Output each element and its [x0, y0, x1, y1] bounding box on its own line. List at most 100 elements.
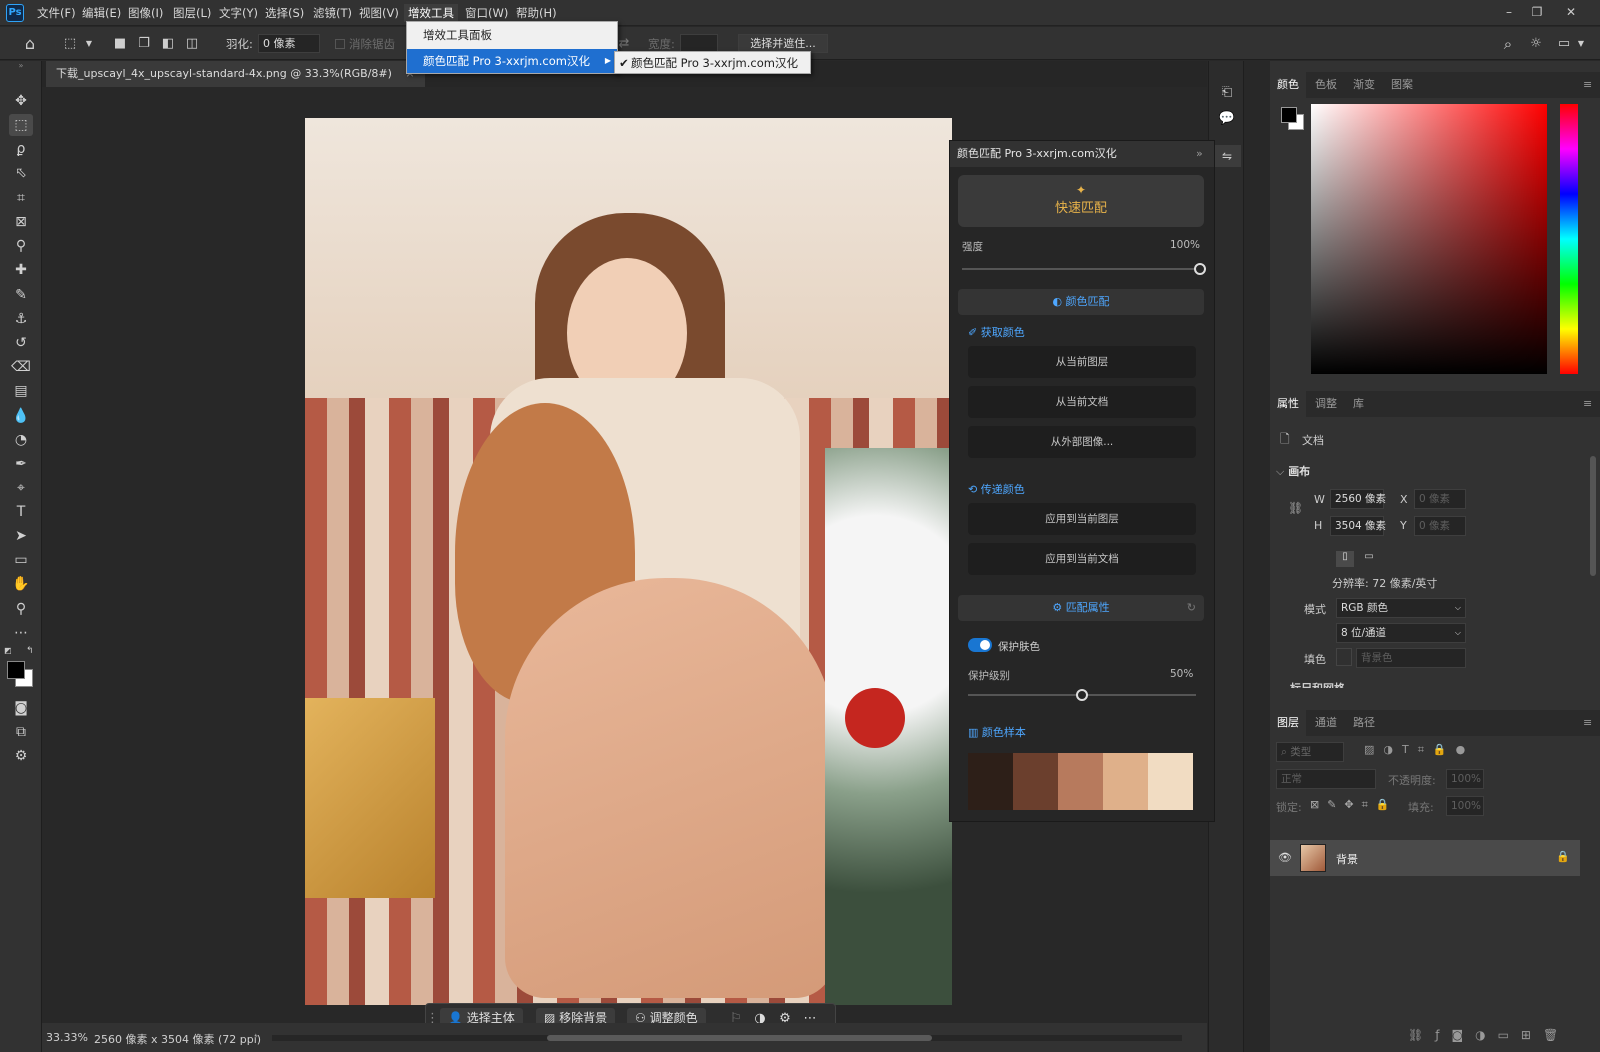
marquee-preset-icon[interactable]: ⬚: [60, 36, 80, 52]
hand-tool-icon[interactable]: ✋: [9, 573, 33, 595]
color-swatch[interactable]: [1148, 753, 1193, 810]
layer-filter-select[interactable]: ⌕ 类型: [1276, 742, 1344, 762]
history-panel-icon[interactable]: ⎗: [1217, 85, 1237, 105]
color-swatch[interactable]: [1058, 753, 1103, 810]
menu-filter[interactable]: 滤镜(T): [309, 4, 356, 22]
strength-slider-knob[interactable]: [1194, 263, 1206, 275]
menu-select[interactable]: 选择(S): [261, 4, 308, 22]
tab-patterns[interactable]: 图案: [1384, 72, 1420, 98]
edit-toolbar-icon[interactable]: ⚙: [9, 745, 33, 767]
bit-depth-select[interactable]: 8 位/通道 ⌵: [1336, 623, 1466, 643]
apply-to-layer-button[interactable]: 应用到当前图层: [968, 503, 1196, 535]
dodge-tool-icon[interactable]: ◔: [9, 429, 33, 451]
sponge-tool-icon[interactable]: ⌖: [9, 477, 33, 499]
color-match-section[interactable]: ◐ 颜色匹配: [958, 289, 1204, 315]
toolbar-collapse-icon[interactable]: »: [9, 62, 33, 70]
foreground-color-swatch[interactable]: [7, 661, 25, 679]
canvas-width-field[interactable]: 2560 像素: [1330, 489, 1386, 509]
antialias-checkbox[interactable]: 消除锯齿: [335, 36, 395, 52]
panel-collapse-icon[interactable]: »: [1196, 141, 1203, 167]
tab-layers[interactable]: 图层: [1270, 710, 1306, 736]
swap-icon[interactable]: ⇄: [616, 36, 632, 52]
from-external-image-button[interactable]: 从外部图像...: [968, 426, 1196, 458]
menu-layer[interactable]: 图层(L): [169, 4, 215, 22]
match-properties-section[interactable]: ⚙ 匹配属性 ↻: [958, 595, 1204, 621]
gradient-tool-icon[interactable]: ▤: [9, 380, 33, 402]
more-tools-icon[interactable]: ⋯: [9, 622, 33, 644]
feather-input[interactable]: 0 像素: [258, 34, 320, 53]
screen-mode-icon[interactable]: ⧉: [9, 721, 33, 743]
tab-channels[interactable]: 通道: [1308, 710, 1344, 736]
menu-file[interactable]: 文件(F): [33, 4, 80, 22]
from-current-layer-button[interactable]: 从当前图层: [968, 346, 1196, 378]
menu-plugins[interactable]: 增效工具: [404, 4, 458, 22]
tab-adjustments[interactable]: 调整: [1308, 391, 1344, 417]
quick-mask-icon[interactable]: ◙: [9, 697, 33, 719]
tab-libraries[interactable]: 库: [1346, 391, 1371, 417]
workspace-chevron-icon[interactable]: ▼: [1576, 36, 1586, 52]
color-swatch[interactable]: [1013, 753, 1058, 810]
fg-color-chip[interactable]: [1281, 107, 1297, 123]
color-panel-menu-icon[interactable]: ≡: [1576, 72, 1599, 98]
properties-scrollbar[interactable]: [1590, 456, 1596, 576]
minimize-button[interactable]: –: [1498, 2, 1520, 22]
from-current-document-button[interactable]: 从当前文档: [968, 386, 1196, 418]
lock-icons[interactable]: ⊠✎✥⌗🔒: [1310, 798, 1398, 812]
canvas-y-field[interactable]: 0 像素: [1414, 516, 1466, 536]
swap-colors-icon[interactable]: ↰: [26, 646, 36, 656]
object-select-tool-icon[interactable]: ⬁: [9, 162, 33, 184]
restore-button[interactable]: ❐: [1526, 2, 1548, 22]
landscape-icon[interactable]: ▭: [1360, 551, 1378, 567]
tab-gradients[interactable]: 渐变: [1346, 72, 1382, 98]
fill-select[interactable]: 背景色: [1356, 648, 1466, 668]
subtract-selection-icon[interactable]: ◧: [160, 36, 176, 52]
canvas-section-header[interactable]: ⌵ 画布: [1276, 463, 1310, 479]
fill-color-chip[interactable]: [1336, 648, 1352, 666]
portrait-icon[interactable]: ▯: [1336, 551, 1354, 567]
menu-type[interactable]: 文字(Y): [215, 4, 262, 22]
layer-name[interactable]: 背景: [1336, 851, 1358, 867]
strength-slider[interactable]: [962, 263, 1206, 275]
canvas-x-field[interactable]: 0 像素: [1414, 489, 1466, 509]
document-tab[interactable]: 下载_upscayl_4x_upscayl-standard-4x.png @ …: [46, 61, 425, 87]
clone-stamp-tool-icon[interactable]: ⚓: [9, 308, 33, 330]
link-icon[interactable]: ⛓: [1288, 501, 1303, 515]
layer-row-background[interactable]: 👁 背景 🔒: [1270, 840, 1580, 876]
menu-item-color-match-pro[interactable]: 颜色匹配 Pro 3-xxrjm.com汉化 ▶: [407, 49, 617, 73]
marquee-tool-icon[interactable]: ⬚: [9, 114, 33, 136]
eye-icon[interactable]: 👁: [1278, 851, 1292, 864]
add-selection-icon[interactable]: ❐: [136, 36, 152, 52]
default-colors-icon[interactable]: ◩: [4, 646, 14, 656]
comments-panel-icon[interactable]: 💬: [1217, 111, 1237, 131]
submenu-item-color-match[interactable]: ✔ 颜色匹配 Pro 3-xxrjm.com汉化: [617, 54, 808, 72]
search-icon[interactable]: ⌕: [1500, 36, 1516, 52]
eyedropper-tool-icon[interactable]: ⚲: [9, 235, 33, 257]
brush-tool-icon[interactable]: ✎: [9, 284, 33, 306]
color-swatch[interactable]: [1103, 753, 1148, 810]
chevron-down-icon[interactable]: ▼: [84, 36, 94, 52]
layer-thumbnail[interactable]: [1300, 844, 1326, 872]
hue-slider[interactable]: [1560, 104, 1578, 374]
protect-level-slider-knob[interactable]: [1076, 689, 1088, 701]
pen-tool-icon[interactable]: ✒: [9, 453, 33, 475]
color-swatch[interactable]: [968, 753, 1013, 810]
menu-item-plugins-panel[interactable]: 增效工具面板: [407, 23, 617, 47]
lasso-tool-icon[interactable]: ϼ: [9, 138, 33, 160]
horizontal-scrollbar[interactable]: [272, 1035, 1182, 1041]
refresh-icon[interactable]: ↻: [1187, 595, 1196, 621]
frame-tool-icon[interactable]: ⊠: [9, 211, 33, 233]
rulers-grid-header[interactable]: 标尺和网格: [1290, 680, 1345, 688]
rectangle-tool-icon[interactable]: ▭: [9, 549, 33, 571]
zoom-tool-icon[interactable]: ⚲: [9, 598, 33, 620]
document-image[interactable]: [305, 118, 952, 1005]
quick-match-button[interactable]: ✦ 快速匹配: [958, 175, 1204, 227]
new-selection-icon[interactable]: ■: [112, 36, 128, 52]
menu-edit[interactable]: 编辑(E): [78, 4, 125, 22]
protect-skin-toggle[interactable]: [968, 638, 992, 652]
zoom-level[interactable]: 33.33%: [46, 1031, 88, 1044]
blend-mode-select[interactable]: 正常: [1276, 769, 1376, 789]
apply-to-document-button[interactable]: 应用到当前文档: [968, 543, 1196, 575]
document-info[interactable]: 2560 像素 x 3504 像素 (72 ppi): [94, 1031, 261, 1047]
opacity-field[interactable]: 100%: [1446, 769, 1484, 789]
move-tool-icon[interactable]: ✥: [9, 90, 33, 112]
